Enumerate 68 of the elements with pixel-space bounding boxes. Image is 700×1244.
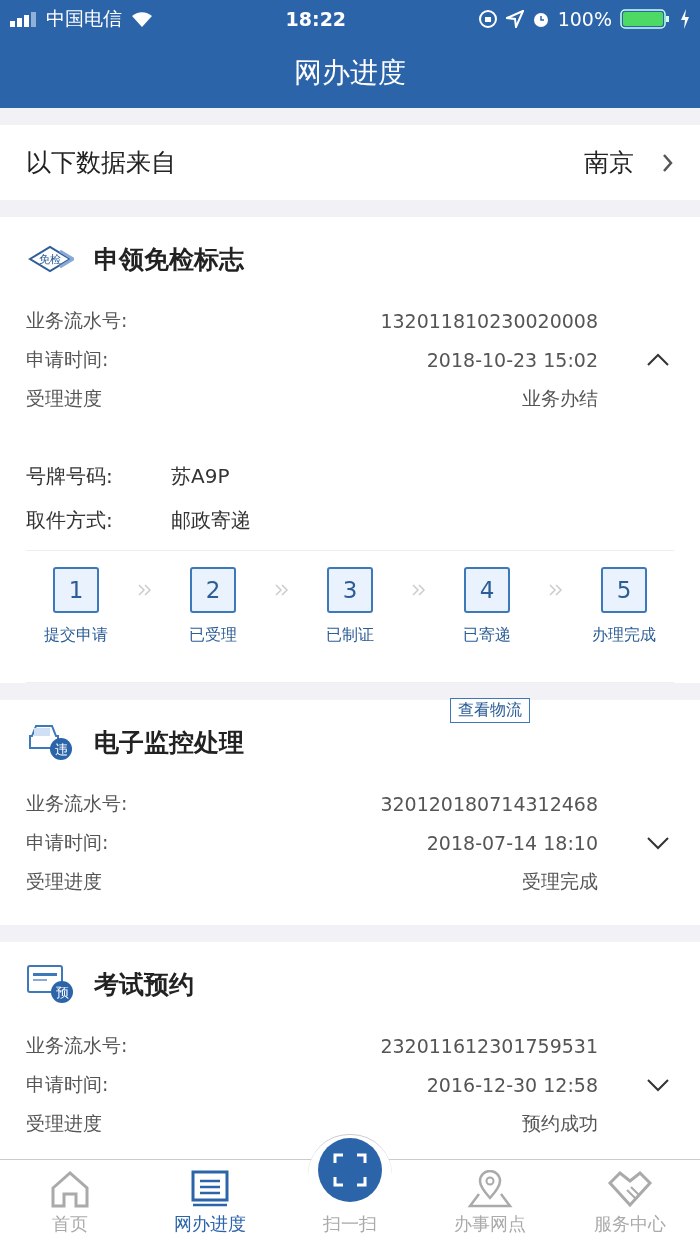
card-title: 申领免检标志 (94, 243, 244, 276)
step-label: 已寄递 (463, 625, 511, 646)
city-name: 南京 (584, 147, 634, 179)
field-label: 申请时间: (26, 346, 109, 372)
field-label: 受理进度 (26, 1110, 102, 1136)
detail-value: 苏A9P (171, 462, 230, 490)
card-title: 电子监控处理 (94, 726, 244, 759)
step-number: 2 (190, 567, 236, 613)
step-number: 1 (53, 567, 99, 613)
field-label: 申请时间: (26, 1071, 109, 1097)
field-value: 132011810230020008 (380, 309, 598, 332)
tab-item[interactable]: 首页 (0, 1160, 140, 1244)
double-chevron-icon (136, 583, 153, 597)
field-value: 预约成功 (522, 1110, 598, 1136)
field-label: 业务流水号: (26, 790, 128, 816)
field-label: 业务流水号: (26, 307, 128, 333)
chevron-right-icon (662, 152, 674, 173)
double-chevron-icon (547, 583, 564, 597)
badge-icon: 免检 (26, 245, 74, 273)
double-chevron-icon (273, 583, 290, 597)
battery-percent: 100% (557, 8, 612, 30)
step-number: 5 (601, 567, 647, 613)
wifi-icon (130, 10, 154, 28)
alarm-icon (531, 10, 550, 28)
step-label: 提交申请 (44, 625, 108, 646)
view-logistics-button[interactable]: 查看物流 (450, 698, 530, 723)
home-icon (50, 1170, 90, 1208)
field-value: 2018-07-14 18:10 (426, 831, 598, 854)
tab-item[interactable]: 办事网点 (420, 1160, 560, 1244)
handshake-icon (607, 1170, 653, 1208)
field-value: 2018-10-23 15:02 (426, 348, 598, 371)
field-value: 232011612301759531 (380, 1034, 598, 1057)
step-number: 3 (327, 567, 373, 613)
chevron-down-icon[interactable] (646, 1077, 670, 1092)
rotation-lock-icon (477, 9, 498, 29)
source-label: 以下数据来自 (26, 147, 176, 179)
step-label: 已制证 (326, 625, 374, 646)
tab-item[interactable]: 扫一扫 (280, 1136, 420, 1244)
list-icon (190, 1170, 230, 1208)
field-value: 受理完成 (522, 868, 598, 894)
step-label: 已受理 (189, 625, 237, 646)
field-value: 320120180714312468 (380, 792, 598, 815)
detail-label: 号牌号码: (26, 462, 114, 490)
field-label: 受理进度 (26, 868, 102, 894)
clock-time: 18:22 (285, 8, 347, 30)
step-number: 4 (464, 567, 510, 613)
detail-value: 邮政寄递 (171, 506, 251, 534)
field-label: 申请时间: (26, 829, 109, 855)
field-value: 业务办结 (522, 385, 598, 411)
double-chevron-icon (410, 583, 427, 597)
field-label: 业务流水号: (26, 1032, 128, 1058)
field-label: 受理进度 (26, 385, 102, 411)
data-source-row[interactable]: 以下数据来自 南京 (0, 125, 700, 200)
page-title: 网办进度 (294, 55, 406, 91)
chevron-down-icon[interactable] (646, 835, 670, 850)
carrier-name: 中国电信 (46, 6, 122, 31)
step-label: 办理完成 (592, 625, 656, 646)
map-pin-icon (467, 1170, 513, 1208)
detail-label: 取件方式: (26, 506, 114, 534)
charging-icon (680, 9, 690, 29)
battery-icon (620, 9, 672, 29)
signal-icon (10, 11, 38, 27)
chevron-up-icon[interactable] (646, 352, 670, 367)
field-value: 2016-12-30 12:58 (426, 1073, 598, 1096)
tab-item[interactable]: 网办进度 (140, 1160, 280, 1244)
card-title: 考试预约 (94, 968, 194, 1001)
tab-item[interactable]: 服务中心 (560, 1160, 700, 1244)
location-icon (505, 10, 524, 28)
